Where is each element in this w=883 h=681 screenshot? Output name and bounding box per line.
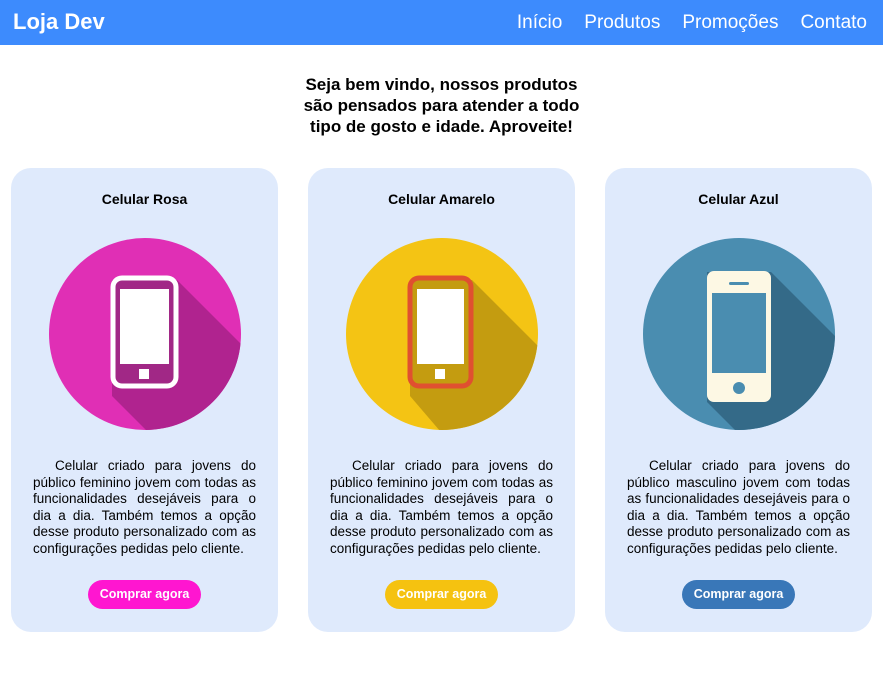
nav-links: Início Produtos Promoções Contato <box>495 11 867 34</box>
buy-button-rosa[interactable]: Comprar agora <box>88 580 201 609</box>
navbar: Loja Dev Início Produtos Promoções Conta… <box>0 0 883 45</box>
phone-screen <box>120 289 169 364</box>
product-title: Celular Azul <box>698 191 779 207</box>
phone-home-button <box>435 369 445 379</box>
phone-home-button <box>733 382 745 394</box>
intro-text: Seja bem vindo, nossos produtos são pens… <box>303 75 580 136</box>
buy-button-amarelo[interactable]: Comprar agora <box>385 580 498 609</box>
product-title: Celular Amarelo <box>388 191 495 207</box>
buy-button-azul[interactable]: Comprar agora <box>682 580 795 609</box>
nav-link-inicio[interactable]: Início <box>517 11 562 34</box>
nav-link-produtos[interactable]: Produtos <box>584 11 660 34</box>
phone-icon <box>49 238 241 430</box>
intro-section: Seja bem vindo, nossos produtos são pens… <box>0 74 883 137</box>
product-title: Celular Rosa <box>101 191 188 207</box>
product-card-azul: Celular Azul Celular criado para jovens … <box>605 168 872 632</box>
phone-home-button <box>139 369 149 379</box>
phone-screen <box>712 293 766 373</box>
phone-icon <box>643 238 835 430</box>
product-description: Celular criado para jovens do público ma… <box>627 458 850 556</box>
brand-logo[interactable]: Loja Dev <box>13 9 105 35</box>
nav-link-contato[interactable]: Contato <box>800 11 867 34</box>
product-description: Celular criado para jovens do público fe… <box>330 458 553 556</box>
phone-speaker <box>729 282 749 285</box>
phone-icon <box>346 238 538 430</box>
product-card-amarelo: Celular Amarelo Celular criado para jove… <box>308 168 575 632</box>
nav-link-promocoes[interactable]: Promoções <box>682 11 778 34</box>
product-description: Celular criado para jovens do público fe… <box>33 458 256 556</box>
product-card-rosa: Celular Rosa Celular criado para jovens … <box>11 168 278 632</box>
phone-screen <box>417 289 464 364</box>
